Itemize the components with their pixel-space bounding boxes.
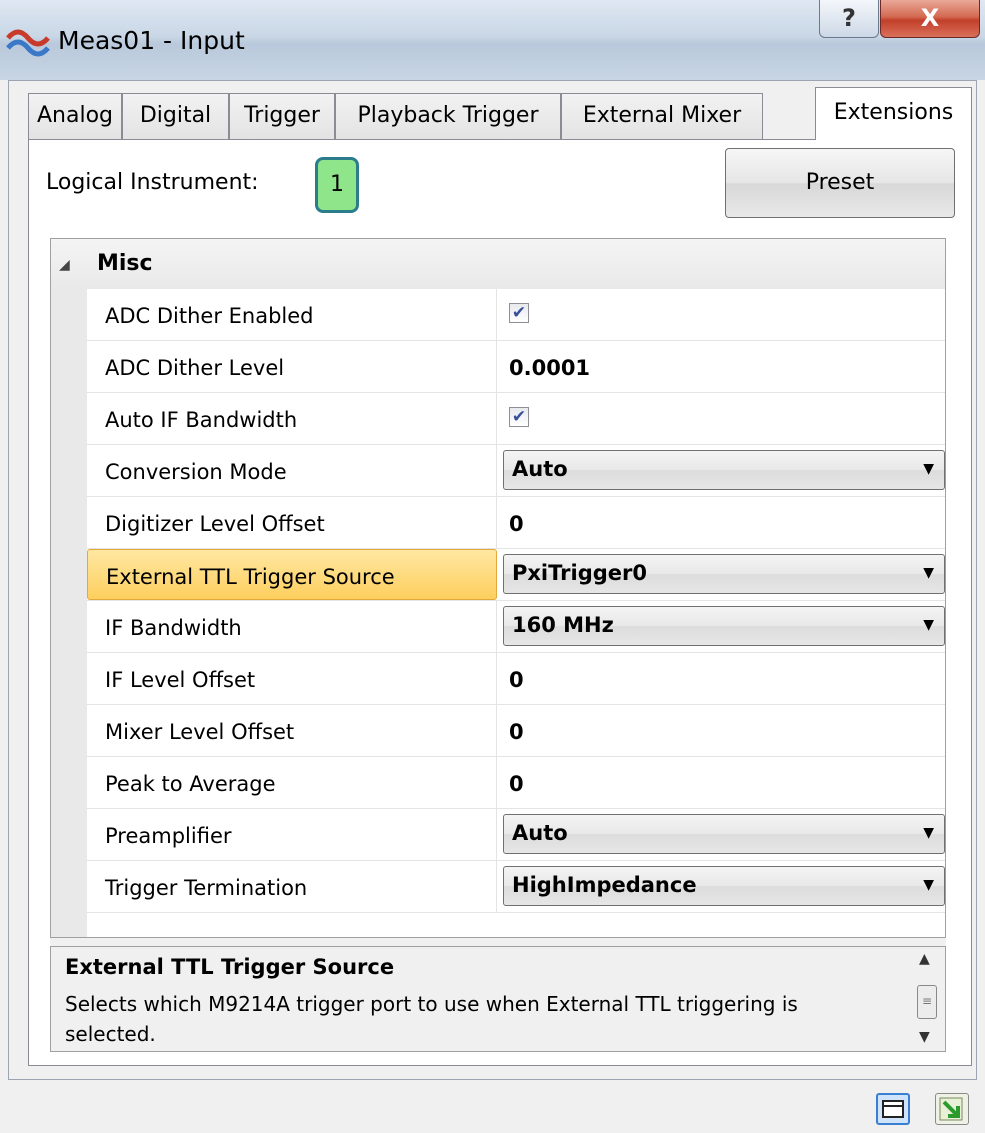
dropdown-arrow-icon: ▼: [923, 565, 934, 581]
property-value: HighImpedance ▼: [503, 861, 945, 912]
tab-analog[interactable]: Analog: [28, 93, 122, 139]
property-row-selected[interactable]: External TTL Trigger Source PxiTrigger0 ▼: [87, 549, 945, 601]
auto-if-bandwidth-checkbox[interactable]: ✔: [509, 407, 529, 427]
property-name: Auto IF Bandwidth: [87, 393, 497, 444]
property-row[interactable]: Digitizer Level Offset 0: [87, 497, 945, 549]
help-button[interactable]: ?: [819, 0, 879, 38]
description-text: Selects which M9214A trigger port to use…: [65, 992, 798, 1046]
property-value-text: 0.0001: [509, 356, 591, 380]
property-row[interactable]: Mixer Level Offset 0: [87, 705, 945, 757]
property-name: IF Bandwidth: [87, 601, 497, 652]
logical-instrument-label: Logical Instrument:: [46, 170, 259, 195]
property-row[interactable]: ADC Dither Enabled ✔: [87, 289, 945, 341]
scroll-thumb[interactable]: ≡: [917, 985, 937, 1019]
preamplifier-dropdown[interactable]: Auto ▼: [503, 814, 945, 854]
title-bar[interactable]: Meas01 - Input ? X: [0, 0, 985, 80]
combo-value: Auto: [512, 821, 568, 845]
if-level-offset-value[interactable]: 0: [503, 653, 941, 704]
dropdown-arrow-icon: ▼: [923, 461, 934, 477]
conversion-mode-dropdown[interactable]: Auto ▼: [503, 450, 945, 490]
category-header-misc[interactable]: ◢ Misc: [51, 239, 945, 289]
input-window: Meas01 - Input ? X Analog Digital Trigge…: [0, 0, 985, 1133]
adc-dither-level-value[interactable]: 0.0001: [503, 341, 941, 392]
tab-digital[interactable]: Digital: [122, 93, 229, 139]
property-grid: ◢ Misc ADC Dither Enabled ✔ ADC Dither L…: [50, 238, 946, 938]
description-pane: External TTL Trigger Source Selects whic…: [50, 946, 946, 1052]
description-scrollbar[interactable]: ▲ ≡ ▼: [913, 947, 943, 1051]
description-title: External TTL Trigger Source: [65, 955, 395, 979]
combo-value: Auto: [512, 457, 568, 481]
property-value: PxiTrigger0 ▼: [503, 549, 945, 600]
app-waveform-icon: [6, 29, 50, 57]
property-value: ✔: [503, 393, 941, 444]
peak-to-average-value[interactable]: 0: [503, 757, 941, 808]
property-row[interactable]: Peak to Average 0: [87, 757, 945, 809]
property-value-text: 0: [509, 512, 524, 536]
property-row[interactable]: Preamplifier Auto ▼: [87, 809, 945, 861]
property-value: Auto ▼: [503, 809, 945, 860]
if-bandwidth-dropdown[interactable]: 160 MHz ▼: [503, 606, 945, 646]
scroll-up-arrow-icon[interactable]: ▲: [919, 951, 930, 967]
property-name: Conversion Mode: [87, 445, 497, 496]
property-value-text: 0: [509, 668, 524, 692]
property-value: 160 MHz ▼: [503, 601, 945, 652]
dropdown-arrow-icon: ▼: [923, 617, 934, 633]
combo-value: 160 MHz: [512, 613, 614, 637]
trigger-termination-dropdown[interactable]: HighImpedance ▼: [503, 866, 945, 906]
categorized-view-icon[interactable]: [876, 1093, 910, 1125]
property-value: Auto ▼: [503, 445, 945, 496]
property-name: Mixer Level Offset: [87, 705, 497, 756]
property-value-text: 0: [509, 772, 524, 796]
tab-external-mixer[interactable]: External Mixer: [561, 93, 763, 139]
property-name: Preamplifier: [87, 809, 497, 860]
property-value: ✔: [503, 289, 941, 340]
property-name: Digitizer Level Offset: [87, 497, 497, 548]
export-arrow-icon[interactable]: [935, 1093, 969, 1125]
collapse-triangle-icon[interactable]: ◢: [59, 257, 70, 273]
green-arrow-icon: [939, 1097, 963, 1121]
property-value-text: 0: [509, 720, 524, 744]
mixer-level-offset-value[interactable]: 0: [503, 705, 941, 756]
scroll-down-arrow-icon[interactable]: ▼: [919, 1029, 930, 1045]
logical-instrument-indicator[interactable]: 1: [315, 157, 359, 213]
property-name: Trigger Termination: [87, 861, 497, 912]
property-row[interactable]: ADC Dither Level 0.0001: [87, 341, 945, 393]
property-row[interactable]: Conversion Mode Auto ▼: [87, 445, 945, 497]
property-row[interactable]: IF Bandwidth 160 MHz ▼: [87, 601, 945, 653]
dropdown-arrow-icon: ▼: [923, 877, 934, 893]
tab-playback-trigger[interactable]: Playback Trigger: [335, 93, 561, 139]
combo-value: PxiTrigger0: [512, 561, 647, 585]
dropdown-arrow-icon: ▼: [923, 825, 934, 841]
close-button[interactable]: X: [880, 0, 980, 38]
property-name: IF Level Offset: [87, 653, 497, 704]
tab-trigger[interactable]: Trigger: [229, 93, 335, 139]
external-ttl-trigger-source-dropdown[interactable]: PxiTrigger0 ▼: [503, 554, 945, 594]
property-name: ADC Dither Enabled: [87, 289, 497, 340]
adc-dither-enabled-checkbox[interactable]: ✔: [509, 303, 529, 323]
category-title: Misc: [97, 251, 153, 276]
window-panel-icon: [882, 1100, 904, 1118]
combo-value: HighImpedance: [512, 873, 697, 897]
digitizer-level-offset-value[interactable]: 0: [503, 497, 941, 548]
property-row[interactable]: Auto IF Bandwidth ✔: [87, 393, 945, 445]
tab-extensions[interactable]: Extensions: [815, 87, 972, 140]
property-name: External TTL Trigger Source: [87, 549, 497, 600]
preset-button[interactable]: Preset: [725, 148, 955, 218]
property-row[interactable]: Trigger Termination HighImpedance ▼: [87, 861, 945, 913]
grid-gutter: [51, 289, 87, 937]
property-name: Peak to Average: [87, 757, 497, 808]
window-title: Meas01 - Input: [58, 26, 245, 55]
property-row[interactable]: IF Level Offset 0: [87, 653, 945, 705]
property-name: ADC Dither Level: [87, 341, 497, 392]
